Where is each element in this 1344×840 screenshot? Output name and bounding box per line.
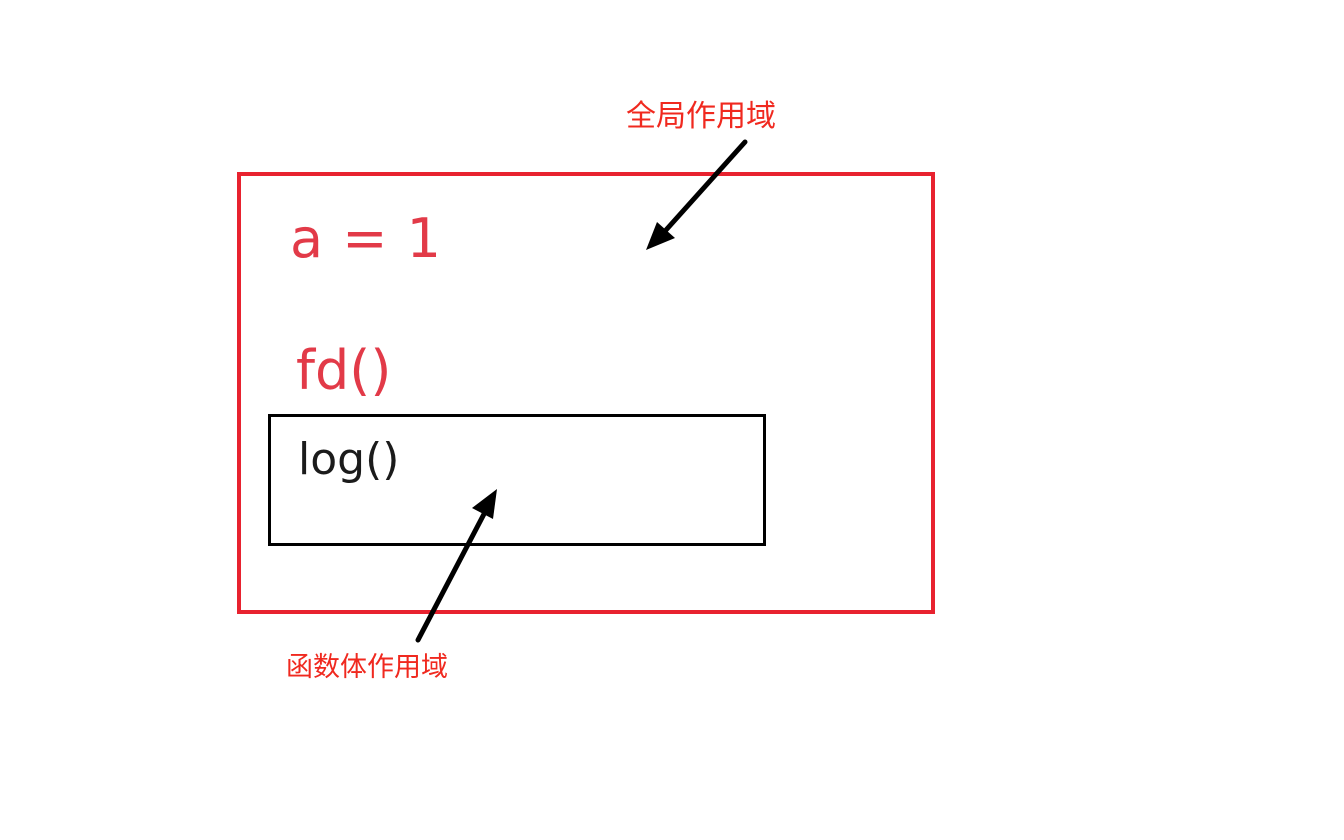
variable-assignment-text: a = 1 xyxy=(290,207,443,270)
function-scope-label: 函数体作用域 xyxy=(286,652,448,683)
fd-call-text: fd() xyxy=(296,339,392,402)
global-scope-label: 全局作用域 xyxy=(626,99,776,134)
log-call-text: log() xyxy=(298,434,400,485)
